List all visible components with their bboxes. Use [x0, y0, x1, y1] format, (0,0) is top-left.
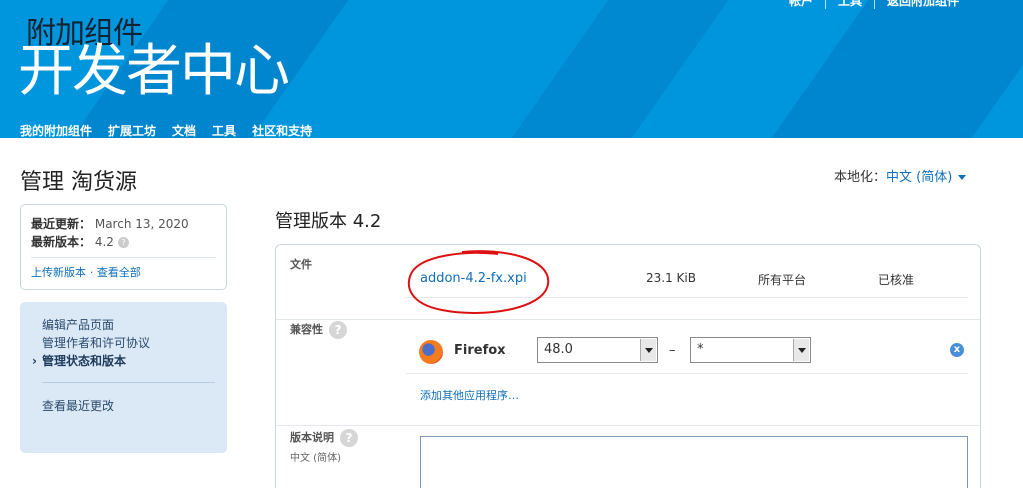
help-icon[interactable]: ?	[329, 321, 347, 339]
view-all-link[interactable]: · 查看全部	[90, 266, 141, 279]
compat-label: 兼容性?	[290, 321, 347, 339]
sidenav-item-authors[interactable]: 管理作者和许可协议	[42, 334, 215, 352]
file-platform: 所有平台	[758, 273, 807, 287]
header-link-account[interactable]: 帐户	[777, 0, 826, 9]
brand-title[interactable]: 开发者中心	[18, 38, 290, 106]
nav-tools[interactable]: 工具	[212, 122, 236, 138]
updated-value: March 13, 2020	[94, 217, 189, 231]
help-icon[interactable]: ?	[340, 429, 358, 447]
help-icon[interactable]: ?	[117, 237, 129, 248]
range-dash: –	[669, 343, 676, 358]
notes-label-text: 版本说明	[290, 431, 334, 444]
files-label: 文件	[290, 258, 312, 271]
remove-app-icon[interactable]: x	[950, 343, 964, 357]
dropdown-arrow-icon[interactable]	[793, 339, 809, 361]
nav-docs[interactable]: 文档	[172, 122, 196, 138]
main-nav: 我的附加组件 扩展工坊 文档 工具 社区和支持	[20, 122, 312, 138]
side-navigation: 编辑产品页面 管理作者和许可协议 › 管理状态和版本 查看最近更改	[20, 302, 227, 453]
chevron-right-icon: ›	[32, 354, 37, 368]
add-app-link[interactable]: 添加其他应用程序…	[420, 387, 519, 403]
sidenav-item-status[interactable]: › 管理状态和版本	[32, 352, 215, 370]
version-title: 管理版本 4.2	[275, 211, 382, 232]
updated-label: 最近更新：	[31, 217, 92, 231]
site-header: 帐户 工具 返回附加组件 附加组件 开发者中心 我的附加组件 扩展工坊 文档 工…	[0, 0, 1023, 138]
sidenav-item-recent[interactable]: 查看最近更改	[42, 397, 215, 415]
header-top-links: 帐户 工具 返回附加组件	[777, 0, 971, 9]
firefox-icon	[419, 340, 443, 364]
page-title: 管理 淘货源	[20, 170, 137, 195]
max-version-select[interactable]: *	[690, 337, 811, 363]
chevron-down-icon[interactable]	[958, 175, 967, 180]
version-panel: 文件 addon-4.2-fx.xpi 23.1 KiB 所有平台 已核准 兼容…	[275, 244, 981, 488]
nav-my-addons[interactable]: 我的附加组件	[20, 122, 92, 138]
nav-workshop[interactable]: 扩展工坊	[108, 122, 156, 138]
version-label: 最新版本：	[31, 235, 92, 249]
header-link-tools[interactable]: 工具	[826, 0, 875, 9]
version-info-box: 最近更新： March 13, 2020 最新版本： 4.2? 上传新版本 · …	[20, 204, 227, 290]
min-version-value: 48.0	[544, 342, 573, 357]
notes-label: 版本说明?	[290, 429, 358, 447]
sidenav-item-status-label: 管理状态和版本	[42, 354, 127, 368]
locale-value[interactable]: 中文 (简体)	[886, 170, 952, 185]
file-size: 23.1 KiB	[646, 271, 696, 285]
max-version-value: *	[697, 342, 704, 357]
red-circle-annotation	[407, 250, 550, 314]
sidenav-item-edit-page[interactable]: 编辑产品页面	[42, 316, 215, 334]
compat-label-text: 兼容性	[290, 323, 323, 336]
app-name: Firefox	[454, 343, 506, 358]
version-value: 4.2	[94, 235, 114, 249]
locale-switcher[interactable]: 本地化：中文 (简体)	[834, 166, 967, 185]
notes-locale: 中文 (简体)	[290, 453, 341, 464]
file-status: 已核准	[878, 273, 915, 287]
locale-label: 本地化：	[834, 170, 887, 185]
min-version-select[interactable]: 48.0	[537, 337, 658, 363]
header-link-back[interactable]: 返回附加组件	[875, 0, 971, 9]
upload-new-version-link[interactable]: 上传新版本	[31, 266, 86, 279]
dropdown-arrow-icon[interactable]	[640, 339, 656, 361]
release-notes-textarea[interactable]	[420, 436, 968, 488]
nav-community[interactable]: 社区和支持	[252, 122, 312, 138]
